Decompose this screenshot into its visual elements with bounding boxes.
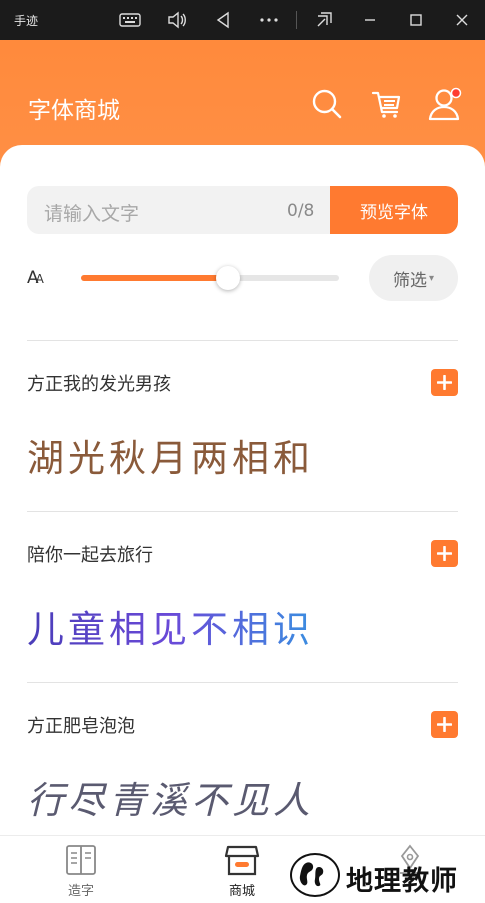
search-icon[interactable]	[309, 86, 345, 122]
slider-fill	[81, 275, 229, 281]
preview-text-bar: 请输入文字 0/8 预览字体	[27, 186, 458, 234]
chevron-down-icon: ▾	[428, 272, 435, 284]
font-sample-preview: 儿童相见不相识	[27, 599, 314, 653]
volume-icon[interactable]	[159, 0, 195, 40]
add-font-button[interactable]	[431, 540, 458, 567]
pin-window-icon[interactable]	[306, 0, 342, 40]
font-store-content: 请输入文字 0/8 预览字体 AA 筛选 ▾ 方正我的发光男孩 湖光秋月两相和 陪…	[0, 145, 485, 835]
more-dots-icon[interactable]	[251, 0, 287, 40]
minimize-icon[interactable]	[352, 0, 388, 40]
font-sample-preview: 行尽青溪不见人	[27, 779, 314, 822]
slider-thumb[interactable]	[216, 266, 241, 290]
add-font-button[interactable]	[431, 711, 458, 738]
globe-logo-icon	[290, 853, 340, 897]
plus-icon	[437, 375, 452, 390]
window-title-bar: 手迹	[0, 0, 485, 40]
nav-item-store[interactable]: 商城	[192, 836, 292, 903]
watermark-text: 地理教师	[346, 866, 458, 897]
user-profile-icon[interactable]	[427, 86, 463, 122]
nav-label: 造字	[67, 884, 94, 899]
maximize-icon[interactable]	[398, 0, 434, 40]
back-triangle-icon[interactable]	[205, 0, 241, 40]
font-sample-preview: 湖光秋月两相和	[27, 437, 314, 480]
font-name: 方正肥皂泡泡	[27, 716, 135, 737]
cart-icon[interactable]	[369, 86, 405, 122]
font-size-row: AA 筛选 ▾	[27, 255, 458, 301]
nav-item-create[interactable]: 造字	[31, 836, 131, 903]
preview-text-input[interactable]: 请输入文字	[44, 199, 139, 226]
keyboard-icon[interactable]	[112, 0, 148, 40]
store-icon	[224, 842, 260, 878]
title-bar-divider	[296, 11, 297, 29]
font-name: 方正我的发光男孩	[27, 374, 171, 395]
char-counter: 0/8	[287, 201, 315, 221]
font-name: 陪你一起去旅行	[27, 545, 153, 566]
preview-font-button[interactable]: 预览字体	[330, 186, 458, 234]
plus-icon	[437, 717, 452, 732]
plus-icon	[437, 546, 452, 561]
close-icon[interactable]	[444, 0, 480, 40]
font-size-label-small: A	[35, 272, 44, 286]
filter-button[interactable]: 筛选 ▾	[369, 255, 458, 301]
font-list-item[interactable]: 方正我的发光男孩 湖光秋月两相和	[27, 340, 458, 510]
app-title: 手迹	[14, 14, 39, 28]
nav-label: 商城	[228, 884, 255, 899]
add-font-button[interactable]	[431, 369, 458, 396]
font-list-item[interactable]: 方正肥皂泡泡 行尽青溪不见人	[27, 682, 458, 852]
notification-dot	[450, 87, 462, 99]
page-title: 字体商城	[28, 98, 120, 124]
watermark: 地理教师	[290, 850, 480, 900]
font-size-label-big: A	[27, 268, 39, 288]
font-size-icon: AA	[27, 268, 44, 288]
font-list-item[interactable]: 陪你一起去旅行 儿童相见不相识	[27, 511, 458, 681]
filter-label: 筛选	[392, 270, 427, 291]
book-icon	[63, 842, 99, 878]
font-size-slider[interactable]	[81, 266, 339, 290]
